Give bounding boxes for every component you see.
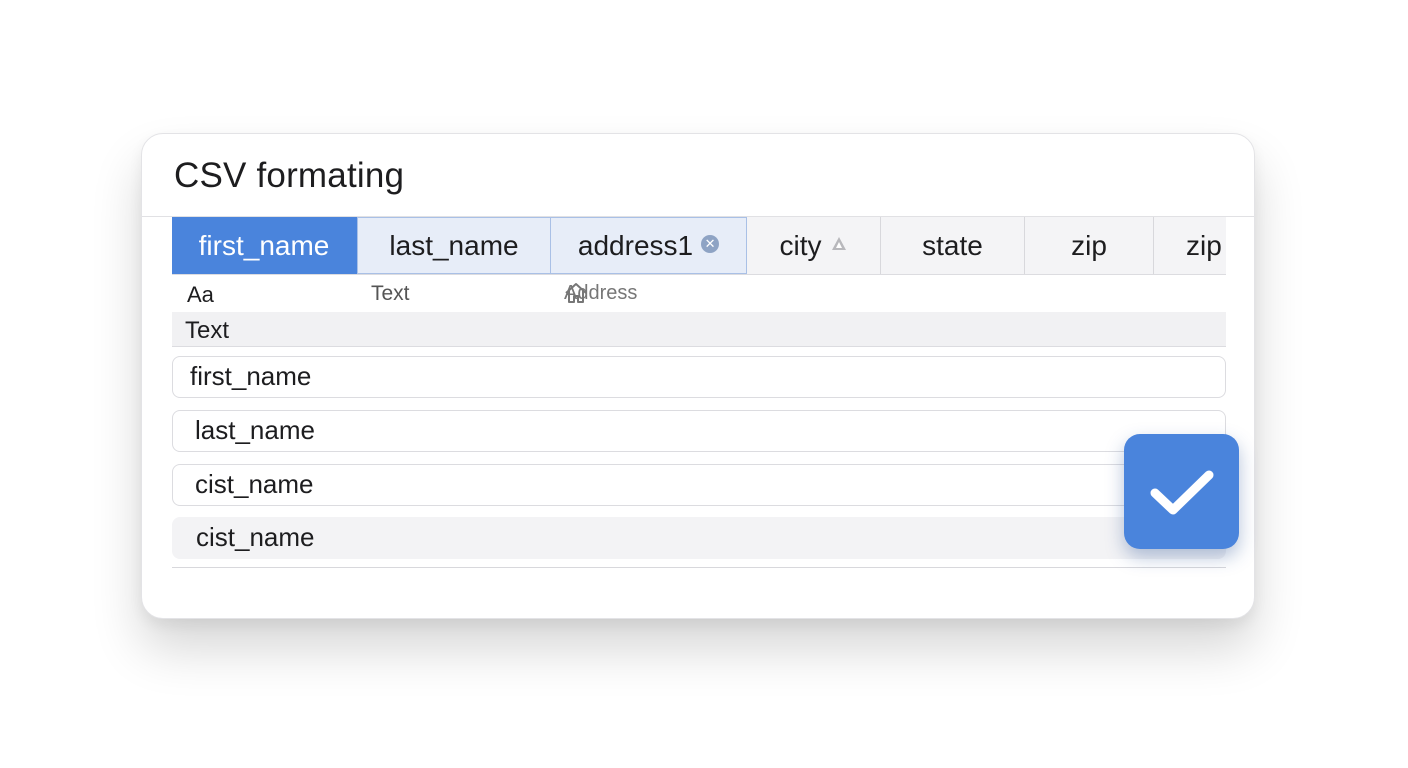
column-label: last_name [389,229,519,261]
confirm-button[interactable] [1124,434,1239,549]
type-hint-row: Aa Text Address [172,282,1226,310]
column-header-first-name[interactable]: first_name [172,217,357,274]
field-row-cist-name-2[interactable]: cist_name [172,517,1226,559]
type-hint-address-label: Address [564,282,638,304]
field-row-last-name[interactable]: last_name [172,410,1226,452]
column-header-row: first_name last_name address1 ✕ city sta… [172,217,1226,275]
column-header-city[interactable]: city [747,217,881,274]
column-header-state[interactable]: state [881,217,1025,274]
type-hint-address: Address [564,282,637,304]
field-row-first-name[interactable]: first_name [172,356,1226,398]
csv-formatting-panel: CSV formating first_name last_name addre… [141,133,1255,619]
column-header-address1[interactable]: address1 ✕ [551,217,747,274]
column-label: city [779,229,822,261]
column-label: address1 [577,229,694,261]
column-label: zip [1186,229,1222,261]
type-hint-text: Text [371,282,410,305]
panel-title: CSV formating [174,156,405,195]
column-header-zip-2[interactable]: zip [1154,217,1226,274]
bottom-divider [172,567,1226,568]
close-badge-icon[interactable]: ✕ [701,234,720,253]
column-label: state [922,229,983,261]
field-row-cist-name[interactable]: cist_name [172,464,1226,506]
column-label: first_name [198,229,330,261]
column-label: zip [1071,229,1107,261]
checkmark-icon [1150,470,1213,514]
column-header-last-name[interactable]: last_name [357,217,551,274]
group-header: Text [172,312,1226,347]
type-hint-aa: Aa [187,282,214,307]
triangle-up-icon [831,236,846,250]
column-header-zip[interactable]: zip [1025,217,1154,274]
